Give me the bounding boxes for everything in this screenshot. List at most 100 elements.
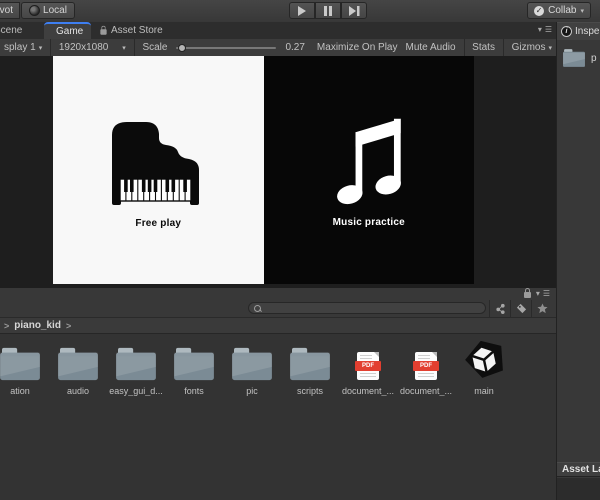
folder-icon — [290, 347, 330, 381]
tab-scene[interactable]: Scene — [0, 22, 44, 39]
project-panel: ▾ ☰ > piano_kid > ation audio easy_gui_d… — [0, 288, 556, 500]
selected-asset-label: p — [591, 52, 597, 64]
pivot-button-label: vot — [0, 5, 13, 16]
inspector-panel: i Inspe p Asset La — [556, 22, 600, 500]
panel-dropdown-icon[interactable]: ▾ — [538, 25, 542, 34]
project-item[interactable]: ation — [0, 340, 49, 396]
project-item[interactable]: fonts — [165, 340, 223, 396]
collab-check-icon: ✓ — [534, 5, 545, 16]
piano-icon — [112, 121, 200, 205]
main-toolbar: vot Local ✓ Collab ▾ — [0, 0, 600, 23]
display-dropdown[interactable]: splay 1 ▾ — [0, 42, 46, 53]
chevron-right-icon: > — [4, 320, 10, 331]
globe-icon — [29, 5, 41, 16]
music-practice-panel[interactable]: Music practice — [263, 56, 474, 284]
display-dropdown-label: splay 1 — [4, 42, 36, 53]
search-by-label-icon — [516, 303, 526, 314]
lock-icon[interactable] — [523, 288, 531, 298]
breadcrumb-folder[interactable]: piano_kid — [14, 320, 61, 331]
search-field[interactable] — [248, 302, 486, 314]
project-item[interactable]: pic — [223, 340, 281, 396]
project-item-label: document_... — [399, 386, 453, 396]
search-by-type-button[interactable] — [489, 300, 510, 317]
local-button[interactable]: Local — [21, 2, 75, 19]
stats-toggle[interactable]: Stats — [468, 42, 499, 53]
tab-game-label: Game — [56, 26, 84, 37]
panel-dropdown-icon[interactable]: ▾ — [536, 289, 540, 298]
separator — [133, 39, 135, 56]
step-icon — [349, 5, 360, 16]
mute-audio-toggle[interactable]: Mute Audio — [402, 42, 460, 53]
collab-button[interactable]: ✓ Collab ▾ — [527, 2, 591, 19]
gizmos-label: Gizmos — [511, 42, 546, 53]
game-view-toolbar: splay 1 ▾ 1920x1080 ▾ Scale 0.27 Maximiz… — [0, 39, 556, 57]
dropdown-arrow-icon: ▾ — [122, 44, 126, 52]
dropdown-arrow-icon: ▾ — [548, 44, 553, 52]
tab-game[interactable]: Game — [44, 22, 91, 39]
pivot-button[interactable]: vot — [0, 2, 20, 19]
unity-scene-icon — [465, 340, 503, 378]
asset-store-icon — [100, 25, 107, 35]
project-item[interactable]: PDF document_... — [397, 340, 455, 396]
game-screen: Free play Music practice — [53, 56, 474, 284]
scale-slider-handle[interactable] — [178, 43, 187, 52]
project-item-label: scripts — [296, 386, 323, 396]
folder-icon — [58, 347, 98, 381]
project-panel-header: ▾ ☰ — [0, 288, 556, 300]
scale-value: 0.27 — [285, 42, 305, 53]
project-item-label: pic — [246, 386, 258, 396]
free-play-panel[interactable]: Free play — [53, 56, 264, 284]
project-item-label: fonts — [184, 386, 204, 396]
pause-button[interactable] — [315, 2, 341, 19]
tab-inspector[interactable]: i Inspe — [557, 22, 600, 40]
search-by-label-button[interactable] — [510, 300, 531, 317]
play-icon — [298, 5, 306, 16]
project-item-label: document_... — [341, 386, 395, 396]
resolution-dropdown-label: 1920x1080 — [58, 42, 109, 53]
separator — [502, 39, 504, 56]
folder-icon — [116, 347, 156, 381]
project-item[interactable]: PDF document_... — [339, 340, 397, 396]
asset-labels-header[interactable]: Asset La — [557, 462, 600, 477]
star-icon — [536, 303, 548, 314]
asset-labels-label: Asset La — [562, 464, 600, 475]
pause-icon — [324, 5, 332, 16]
project-item[interactable]: main — [455, 340, 513, 396]
tab-scene-label: Scene — [0, 25, 23, 36]
panel-hamburger-icon[interactable]: ☰ — [543, 289, 550, 298]
dropdown-arrow-icon: ▾ — [38, 44, 43, 52]
panel-menu: ▾ ☰ — [538, 25, 552, 34]
search-by-favorites-button[interactable] — [531, 300, 552, 317]
pdf-icon: PDF — [413, 352, 439, 380]
mute-audio-label: Mute Audio — [405, 42, 456, 53]
gizmos-dropdown[interactable]: Gizmos ▾ — [508, 42, 556, 53]
search-input[interactable] — [261, 303, 469, 313]
project-item[interactable]: scripts — [281, 340, 339, 396]
project-item-label: main — [474, 386, 494, 396]
separator — [50, 39, 51, 56]
step-button[interactable] — [341, 2, 367, 19]
project-item[interactable]: audio — [49, 340, 107, 396]
resolution-dropdown[interactable]: 1920x1080 ▾ — [55, 42, 130, 53]
play-button[interactable] — [289, 2, 315, 19]
tab-asset-store[interactable]: Asset Store — [92, 22, 178, 39]
view-tab-bar: Scene Game Asset Store ▾ ☰ — [0, 22, 556, 39]
info-icon: i — [561, 26, 572, 37]
tab-asset-store-label: Asset Store — [111, 25, 163, 36]
scale-slider[interactable] — [176, 43, 277, 52]
inspector-selected-asset: p — [557, 40, 600, 68]
maximize-on-play-label: Maximize On Play — [316, 42, 398, 53]
folder-icon — [174, 347, 214, 381]
project-panel-menu: ▾ ☰ — [536, 289, 550, 298]
project-items: ation audio easy_gui_d... fonts pic scri… — [0, 340, 513, 396]
panel-hamburger-icon[interactable]: ☰ — [545, 25, 552, 34]
project-item-label: ation — [10, 386, 30, 396]
maximize-on-play-toggle[interactable]: Maximize On Play — [313, 42, 402, 53]
free-play-label: Free play — [135, 217, 182, 229]
music-note-icon — [336, 118, 401, 204]
collab-button-label: Collab — [548, 5, 577, 16]
project-item[interactable]: easy_gui_d... — [107, 340, 165, 396]
scale-label: Scale — [142, 42, 168, 53]
project-item-label: easy_gui_d... — [109, 386, 163, 396]
project-search-bar — [0, 300, 556, 318]
